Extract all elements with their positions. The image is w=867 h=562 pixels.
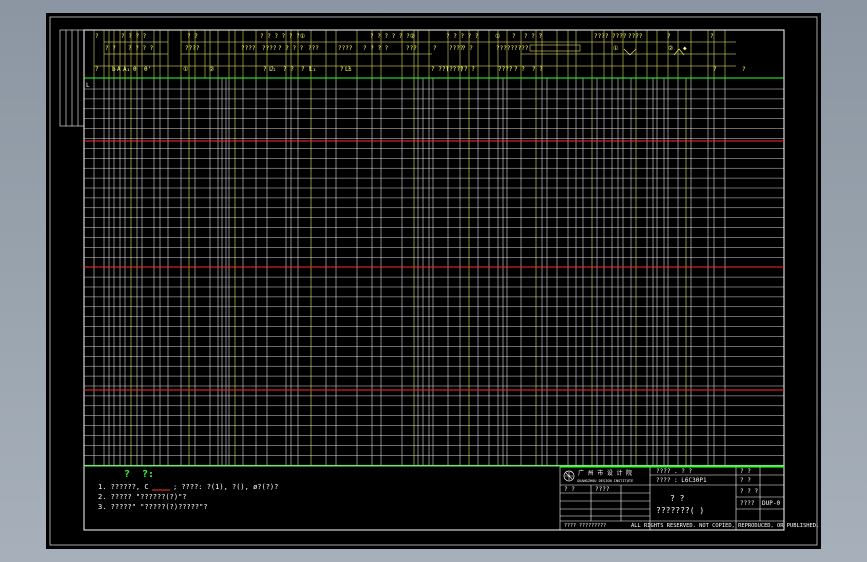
header-label-top: ? ? ? ? ? ?①: [260, 33, 305, 40]
header-label-bottom: L₂: [269, 66, 276, 73]
header-label-mid: ? ? ? ?: [363, 45, 389, 52]
header-label-top: ? ? ? ? ?: [446, 33, 479, 40]
header-label-top: ????: [612, 33, 627, 40]
header-label-bottom: ?: [713, 66, 717, 73]
note-line-1-suffix: ; ????: ?(1), ?(), ø?(?)?: [173, 483, 278, 491]
title-cell-d: ????: [740, 500, 755, 507]
header-label-mid: ②: [668, 45, 673, 52]
company-name-cn: 广 州 市 设 计 院: [578, 469, 632, 477]
header-label-top: ?: [667, 33, 671, 40]
header-label-mid: ①: [613, 45, 618, 52]
header-label-top: ?: [95, 33, 99, 40]
header-label-bottom: ?: [742, 66, 746, 73]
header-label-mid: ????: [338, 45, 353, 52]
row-marker: L: [86, 82, 90, 89]
header-label-top: ?: [710, 33, 714, 40]
header-label-bottom: ?: [95, 66, 99, 73]
drawing-sheet[interactable]: ?? ? ? ?? ?? ? ? ? ? ?①? ? ? ? ? ?②? ? ?…: [46, 13, 821, 549]
header-label-mid: ???: [406, 45, 417, 52]
title-field-1: ???? . ? ?: [656, 468, 693, 475]
company-name-en: GUANGZHOU DESIGN INSTITUTE: [577, 479, 633, 483]
header-label-top: ①: [495, 33, 500, 40]
note-line-1-prefix: 1. ??????, C: [98, 483, 149, 491]
header-label-bottom: ①: [183, 66, 188, 73]
binding-strip: [59, 29, 85, 127]
header-label-bottom: ? ?: [514, 66, 525, 73]
drawing-title: ? ?: [670, 494, 685, 503]
note-line-3: 3. ?????" "?????(?)?????"?: [98, 503, 208, 511]
header-label-mid: ◆: [683, 45, 687, 52]
header-label-bottom: b: [112, 66, 116, 73]
drawing-subtitle: ???????( ): [656, 506, 704, 515]
title-cell-b: ????: [595, 486, 610, 493]
header-label-mid: ? ? ? ?: [278, 45, 304, 52]
title-field-2: ???? : L6C30P1: [656, 477, 707, 484]
header-label-bottom: ?(? ?): [442, 66, 464, 73]
header-label-bottom: θ': [144, 66, 151, 73]
header-label-mid: ? ?: [105, 45, 116, 52]
header-label-mid: ?: [433, 45, 437, 52]
title-cell-a: ? ?: [564, 486, 575, 493]
note-line-2: 2. ????? "??????(?)"?: [98, 493, 187, 501]
header-label-bottom: θ: [133, 66, 137, 73]
table-header: ?? ? ? ?? ?? ? ? ? ? ?①? ? ? ? ? ?②? ? ?…: [93, 30, 746, 78]
header-label-mid: ????: [262, 45, 277, 52]
header-label-top: ? ? ?: [524, 33, 542, 40]
header-label-bottom: ? ?: [283, 66, 294, 73]
header-label-bottom: L₂: [345, 66, 352, 73]
bracket-symbol-icon: [529, 44, 581, 52]
cad-drawing[interactable]: ?? ? ? ?? ?? ? ? ? ? ?①? ? ? ? ? ?②? ? ?…: [46, 13, 821, 549]
company-logo-icon: [563, 470, 575, 482]
title-field-3: ? ?: [740, 468, 751, 475]
header-label-bottom: L₁: [309, 66, 316, 73]
header-label-bottom: A: [117, 66, 121, 73]
header-label-bottom: ? ?: [532, 66, 543, 73]
header-label-top: ????: [594, 33, 609, 40]
header-label-mid: ????: [185, 45, 200, 52]
header-label-top: ? ?: [187, 33, 198, 40]
notes-area: ? ?: 1. ??????, C ; ????: ?(1), ?(), ø?(…: [98, 469, 278, 511]
header-label-mid: ? ?: [462, 45, 473, 52]
header-label-top: ? ? ? ?: [121, 33, 147, 40]
rights-statement: ALL RIGHTS RESERVED. NOT COPIED, REPRODU…: [631, 523, 819, 529]
drawing-code: DUP-0: [762, 500, 780, 507]
header-label-mid: ? ? ? ?: [128, 45, 154, 52]
notes-heading-b: ?:: [142, 469, 154, 480]
title-cell-c: ? ? ?: [740, 488, 758, 495]
header-label-mid: ?????????: [496, 45, 529, 52]
table-grid: L: [84, 77, 784, 467]
header-label-top: ?: [512, 33, 516, 40]
footer-left: ???? ?????????: [564, 523, 606, 529]
header-label-mid: ???: [308, 45, 319, 52]
header-label-top: ????: [628, 33, 643, 40]
notes-heading-a: ?: [124, 469, 130, 480]
header-label-top: ? ? ? ? ? ?②: [370, 33, 415, 40]
header-label-bottom: A₁: [123, 66, 130, 73]
header-label-mid: ????: [241, 45, 256, 52]
header-label-bottom: ②: [209, 66, 214, 73]
title-field-4: ? ?: [740, 477, 751, 484]
header-label-bottom: ????: [498, 66, 513, 73]
header-label-bottom: ? ?: [464, 66, 475, 73]
